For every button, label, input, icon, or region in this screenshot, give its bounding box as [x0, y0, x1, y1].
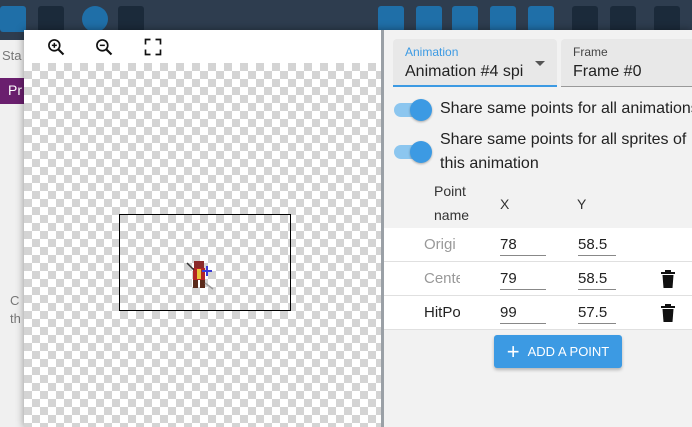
points-editor-dialog: Animation Animation #4 spi Frame Frame #… [24, 30, 692, 427]
bg-purple-tab: Pr [0, 78, 24, 104]
preview-icon[interactable] [82, 6, 108, 32]
fit-to-screen-button[interactable] [140, 34, 166, 60]
add-point-label: ADD A POINT [527, 344, 610, 359]
toggle-label-line1: Share same points for all sprites of [440, 131, 687, 148]
toggle-label: Share same points for all animations [440, 100, 692, 117]
plus-icon: + [506, 338, 520, 364]
share-all-animations-switch[interactable] [394, 98, 432, 121]
point-x-input[interactable]: 78 [500, 234, 546, 256]
point-x-input[interactable]: 99 [500, 302, 546, 324]
bg-text-lower: C th [10, 293, 21, 326]
header-point-name-1: Point [434, 183, 466, 199]
zoom-in-icon [48, 39, 65, 56]
app-left-panel: Sta Pr C th [0, 40, 24, 427]
point-y-input[interactable]: 58.5 [578, 268, 616, 290]
header-y: Y [577, 196, 587, 212]
table-row: Cente 79 58.5 [384, 262, 692, 296]
chevron-down-icon [535, 61, 545, 66]
undo-icon[interactable] [572, 6, 598, 32]
fit-screen-icon [144, 38, 162, 56]
animation-select[interactable]: Animation Animation #4 spi [393, 39, 557, 87]
debug-icon[interactable] [118, 6, 144, 32]
layers-list-icon[interactable] [490, 6, 516, 32]
trash-icon[interactable] [660, 270, 676, 288]
point-y-input[interactable]: 57.5 [578, 302, 616, 324]
scene-icon[interactable] [38, 6, 64, 32]
frame-select-value: Frame #0 [573, 63, 642, 80]
trash-icon[interactable] [660, 304, 676, 322]
header-point-name-2: name [434, 207, 470, 223]
preview-toolbar [24, 30, 381, 63]
point-x-input[interactable]: 79 [500, 268, 546, 290]
objects-icon[interactable] [378, 6, 404, 32]
layers-icon[interactable] [528, 6, 554, 32]
table-row: HitPo 99 57.5 [384, 296, 692, 330]
header-x: X [500, 196, 510, 212]
object-groups-icon[interactable] [416, 6, 442, 32]
frame-select-label: Frame [573, 45, 608, 59]
table-row: Origi 78 58.5 [384, 228, 692, 262]
grid-icon[interactable] [654, 6, 680, 32]
points-panel: Animation Animation #4 spi Frame Frame #… [384, 30, 692, 427]
sprite-preview-pane [24, 30, 381, 427]
share-all-sprites-switch[interactable] [394, 140, 432, 163]
project-manager-icon[interactable] [0, 6, 26, 32]
redo-icon[interactable] [610, 6, 636, 32]
zoom-in-button[interactable] [43, 34, 69, 60]
frame-select[interactable]: Frame Frame #0 [561, 39, 692, 87]
toggle-label-line2: this animation [440, 155, 539, 172]
zoom-out-icon [96, 39, 113, 56]
preview-canvas[interactable] [24, 63, 381, 427]
sprite-image [186, 261, 214, 290]
point-name-input[interactable]: Origi [424, 234, 460, 256]
animation-select-label: Animation [405, 45, 459, 59]
point-name-input[interactable]: HitPo [424, 302, 460, 324]
zoom-out-button[interactable] [91, 34, 117, 60]
point-y-input[interactable]: 58.5 [578, 234, 616, 256]
add-point-button[interactable]: + ADD A POINT [494, 335, 622, 368]
point-name-input[interactable]: Cente [424, 268, 460, 290]
bg-text: Sta [2, 48, 22, 63]
edit-icon[interactable] [452, 6, 478, 32]
animation-select-value: Animation #4 spi [405, 63, 524, 80]
